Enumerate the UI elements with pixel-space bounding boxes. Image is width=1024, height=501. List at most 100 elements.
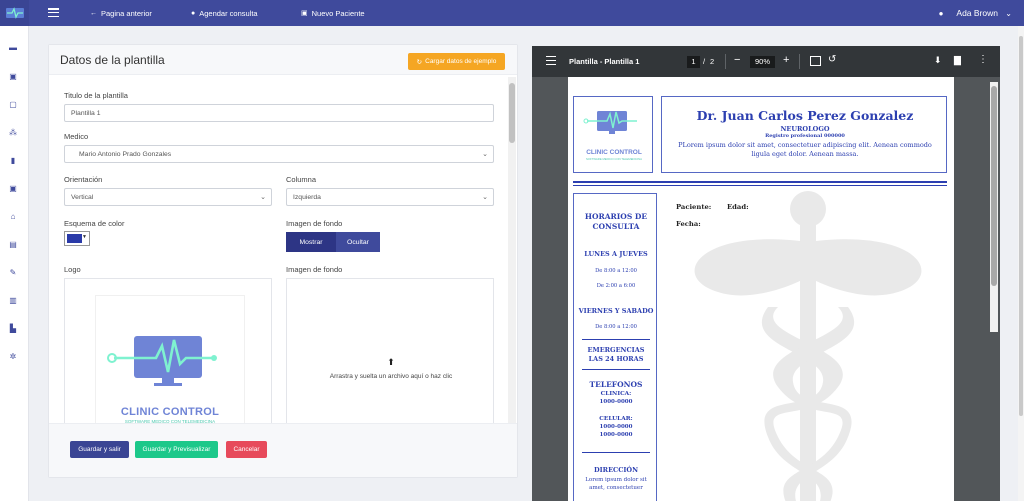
pdf-logo-icon <box>583 111 637 134</box>
orientation-select[interactable]: Vertical ⌄ <box>64 188 272 206</box>
user-menu[interactable]: ● Ada Brown <box>939 0 998 26</box>
doctor-registry: Registro profesional 000000 <box>765 133 845 139</box>
user-icon[interactable]: ▣ <box>8 183 18 193</box>
doctor-select[interactable]: Mario Antonio Prado Gonzales ⌄ <box>64 145 494 163</box>
load-sample-button[interactable]: ↻ Cargar datos de ejemplo <box>408 53 505 70</box>
refresh-icon: ↻ <box>416 58 423 66</box>
document-icon[interactable]: ▥ <box>8 295 18 305</box>
info-divider <box>582 452 650 453</box>
header-divider <box>573 181 947 183</box>
more-options-icon[interactable]: ⋮ <box>978 54 988 65</box>
patient-label: Paciente: <box>676 203 712 211</box>
show-button[interactable]: Mostrar <box>286 232 336 252</box>
chevron-down-icon: ⌄ <box>260 194 266 201</box>
load-sample-label: Cargar datos de ejemplo <box>425 58 497 65</box>
pdf-viewer: Plantilla - Plantilla 1 1 / 2 − 90% + ↺ … <box>532 46 1000 501</box>
trash-icon[interactable]: ▮ <box>8 155 18 165</box>
doctor-select-value: Mario Antonio Prado Gonzales <box>79 150 172 158</box>
pdf-info-column: HORARIOS DE CONSULTA LUNES A JUEVES De 8… <box>573 193 657 501</box>
page-separator: / <box>703 57 706 66</box>
download-icon[interactable]: ⬇ <box>934 55 942 66</box>
home-icon[interactable]: ▬ <box>8 42 18 52</box>
template-title-label: Titulo de la plantilla <box>64 91 128 100</box>
pdf-logo-tagline: SOFTWARE MEDICO CON TELEMEDICINA <box>585 157 643 161</box>
new-patient-link[interactable]: ▣ Nuevo Paciente <box>301 0 365 26</box>
hospital-icon[interactable]: ⌂ <box>8 211 18 221</box>
form-scrollbar[interactable] <box>508 77 516 427</box>
menu-icon[interactable] <box>546 56 556 65</box>
cancel-button[interactable]: Cancelar <box>226 441 267 458</box>
pdf-scrollbar[interactable] <box>990 82 998 332</box>
hide-button[interactable]: Ocultar <box>336 232 380 252</box>
pdf-toolbar: Plantilla - Plantilla 1 1 / 2 − 90% + ↺ … <box>532 46 1000 77</box>
schedule-link-label: Agendar consulta <box>199 8 258 18</box>
clipboard-icon[interactable]: ▢ <box>8 99 18 109</box>
column-select-value: Izquierda <box>293 193 321 201</box>
gear-icon[interactable]: ✲ <box>8 351 18 361</box>
phones-title: TELEFONOS <box>589 380 643 389</box>
form-body: Titulo de la plantilla Plantilla 1 Medic… <box>49 75 509 425</box>
zoom-input[interactable]: 90% <box>750 56 775 68</box>
column-label: Columna <box>286 175 317 184</box>
fit-page-icon[interactable] <box>810 56 821 66</box>
user-icon: ● <box>938 8 944 18</box>
color-scheme-label: Esquema de color <box>64 219 125 228</box>
page-title: Datos de la plantilla <box>60 53 165 67</box>
cell-phone-label: CELULAR: <box>599 416 633 422</box>
schedule-link[interactable]: ● Agendar consulta <box>191 0 258 26</box>
back-link[interactable]: ← Pagina anterior <box>90 0 152 26</box>
bg-image-upload-label: Imagen de fondo <box>286 265 343 274</box>
logo-preview: CLINIC CONTROL SOFTWARE MEDICO CON TELEM… <box>95 295 245 425</box>
save-exit-button[interactable]: Guardar y salir <box>70 441 129 458</box>
sidebar: ▬ ▣ ▢ ⁂ ▮ ▣ ⌂ ▤ ✎ ▥ ▙ ✲ <box>0 26 29 501</box>
pdf-logo-name: CLINIC CONTROL <box>586 149 642 156</box>
chart-icon[interactable]: ▙ <box>8 323 18 333</box>
zoom-in-icon[interactable]: + <box>783 54 789 66</box>
weekend-label: VIERNES Y SABADO <box>578 307 654 315</box>
orientation-label: Orientación <box>64 175 103 184</box>
page-scrollbar[interactable] <box>1018 26 1024 501</box>
zoom-out-icon[interactable]: − <box>734 54 740 66</box>
arrow-left-icon: ← <box>90 9 97 17</box>
weekdays-hours-2: De 2:00 a 6:00 <box>596 283 636 289</box>
page-total: 2 <box>710 57 715 66</box>
weekdays-label: LUNES A JUEVES <box>584 250 648 258</box>
bg-image-upload-area[interactable]: ⬆ Arrastra y suelta un archivo aquí o ha… <box>286 278 494 425</box>
address-title: DIRECCIÓN <box>593 466 639 474</box>
date-label: Fecha: <box>676 220 701 228</box>
info-divider <box>582 369 650 370</box>
doctor-label: Medico <box>64 132 89 141</box>
upload-icon: ⬆ <box>387 357 395 367</box>
back-link-label: Pagina anterior <box>101 8 152 18</box>
template-title-input[interactable]: Plantilla 1 <box>64 104 494 122</box>
calendar-icon[interactable]: ▣ <box>8 71 18 81</box>
color-scheme-picker[interactable]: ▼ <box>64 231 90 246</box>
doctor-specialty: NEUROLOGO <box>780 125 830 133</box>
menu-toggle-icon[interactable] <box>48 8 59 18</box>
chevron-down-icon[interactable]: ⌄ <box>1005 9 1012 18</box>
toolbar-divider <box>725 54 726 69</box>
users-icon[interactable]: ⁂ <box>8 127 18 137</box>
bg-image-label: Imagen de fondo <box>286 219 343 228</box>
rotate-icon[interactable]: ↺ <box>828 54 836 65</box>
clinic-phone: 1000-0000 <box>599 399 633 405</box>
file-icon[interactable]: ▤ <box>8 239 18 249</box>
logo-label: Logo <box>64 265 81 274</box>
clinic-phone-label: CLINICA: <box>600 391 632 397</box>
column-select[interactable]: Izquierda ⌄ <box>286 188 494 206</box>
logo-upload-area[interactable]: CLINIC CONTROL SOFTWARE MEDICO CON TELEM… <box>64 278 272 425</box>
pdf-logo-box: CLINIC CONTROL SOFTWARE MEDICO CON TELEM… <box>573 96 653 173</box>
card-header: Datos de la plantilla ↻ Cargar datos de … <box>49 45 517 75</box>
pen-icon[interactable]: ✎ <box>8 267 18 277</box>
pdf-page: CLINIC CONTROL SOFTWARE MEDICO CON TELEM… <box>568 77 954 501</box>
page-number-input[interactable]: 1 <box>687 56 700 68</box>
app-logo[interactable] <box>0 0 29 26</box>
age-label: Edad: <box>727 203 749 211</box>
orientation-select-value: Vertical <box>71 193 94 201</box>
upload-hint: Arrastra y suelta un archivo aquí o haz … <box>329 373 453 380</box>
new-patient-link-label: Nuevo Paciente <box>311 8 365 18</box>
print-icon[interactable]: ▇ <box>954 55 961 66</box>
select-arrow-icon: ⌄ <box>482 151 488 158</box>
cell-phone-2: 1000-0000 <box>599 432 633 438</box>
save-preview-button[interactable]: Guardar y Previsualizar <box>135 441 218 458</box>
